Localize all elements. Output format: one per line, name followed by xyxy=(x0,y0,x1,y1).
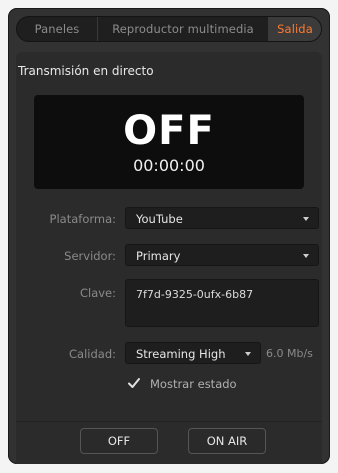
checkmark-icon[interactable] xyxy=(127,376,141,390)
section-title: Transmisión en directo xyxy=(18,64,154,78)
server-value: Primary xyxy=(136,249,181,263)
platform-value: YouTube xyxy=(136,212,183,226)
platform-dropdown[interactable]: YouTube xyxy=(125,207,319,229)
quality-value: Streaming High xyxy=(136,347,226,361)
on-air-button[interactable]: ON AIR xyxy=(188,428,266,454)
quality-label: Calidad: xyxy=(69,347,116,361)
tab-salida[interactable]: Salida xyxy=(268,17,321,41)
server-label: Servidor: xyxy=(64,249,116,263)
tab-paneles[interactable]: Paneles xyxy=(17,17,97,41)
chevron-down-icon xyxy=(303,254,309,258)
bitrate-readout: 6.0 Mb/s xyxy=(266,347,313,360)
show-status-label[interactable]: Mostrar estado xyxy=(150,377,237,391)
status-display: OFF 00:00:00 xyxy=(34,95,304,189)
key-value: 7f7d-9325-0ufx-6b87 xyxy=(136,288,254,301)
chevron-down-icon xyxy=(303,217,309,221)
stream-status: OFF xyxy=(123,108,215,154)
off-button[interactable]: OFF xyxy=(80,428,158,454)
footer xyxy=(16,427,322,464)
server-dropdown[interactable]: Primary xyxy=(125,244,319,266)
key-field[interactable]: 7f7d-9325-0ufx-6b87 xyxy=(125,279,319,327)
tab-reproductor-multimedia[interactable]: Reproductor multimedia xyxy=(97,17,268,41)
key-label: Clave: xyxy=(79,286,116,300)
stream-timer: 00:00:00 xyxy=(133,156,205,175)
quality-dropdown[interactable]: Streaming High xyxy=(125,342,261,364)
platform-label: Plataforma: xyxy=(49,212,116,226)
divider xyxy=(16,421,322,422)
chevron-down-icon xyxy=(245,352,251,356)
tab-bar: Paneles Reproductor multimedia Salida xyxy=(16,16,322,42)
